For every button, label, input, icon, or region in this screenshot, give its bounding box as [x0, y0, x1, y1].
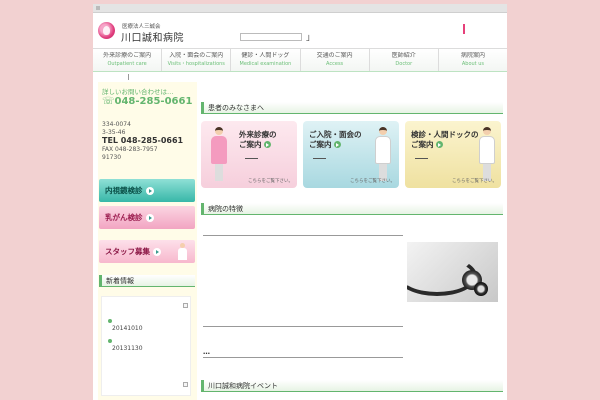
- nurse-illustration-icon: [209, 127, 229, 185]
- header-accent-mark: [463, 24, 465, 34]
- card-more-link[interactable]: こちらをご覧下さい。: [452, 178, 497, 184]
- page: 医療法人三誠会 川口誠和病院 」 外来診療のご案内 Outpatient care…: [93, 4, 507, 400]
- sidebar: 詳しいお問い合わせは… ☏048-285-0661 334-0074 3-35-…: [98, 82, 197, 400]
- arrow-right-icon: [145, 213, 154, 222]
- contact-lead: 詳しいお問い合わせは…: [102, 88, 174, 96]
- bullet-icon: [108, 339, 112, 343]
- nav-doctor[interactable]: 医師紹介 Doctor: [370, 49, 439, 71]
- contact-phone[interactable]: ☏048-285-0661: [102, 96, 192, 107]
- events-section-title: 川口誠和病院イベント: [201, 380, 503, 392]
- header-search-input[interactable]: [240, 33, 302, 41]
- nav-sublabel: Outpatient care: [107, 61, 147, 67]
- divider: [245, 158, 258, 159]
- endoscopy-banner[interactable]: 内視鏡検診: [99, 179, 195, 202]
- nav-sublabel: Medical examination: [239, 61, 292, 67]
- divider: [203, 326, 403, 327]
- staff-recruit-banner[interactable]: スタッフ募集: [99, 240, 195, 263]
- divider: [128, 74, 129, 80]
- features-ellipsis: …: [203, 348, 210, 356]
- nav-visits[interactable]: 入院・面会のご案内 Visits・hospitalizations: [162, 49, 232, 71]
- card-more-link[interactable]: こちらをご覧下さい。: [350, 178, 395, 184]
- scroll-down-button[interactable]: [183, 382, 188, 387]
- outpatient-guide-card[interactable]: 外来診療の ご案内 こちらをご覧下さい。: [201, 121, 297, 188]
- nav-sublabel: Access: [326, 61, 344, 67]
- address: 334-0074 3-35-46: [102, 121, 131, 137]
- news-date: 20131130: [112, 345, 143, 352]
- doctor-illustration-icon: [477, 127, 497, 185]
- arrow-right-icon: [145, 186, 154, 195]
- nurse-icon: [178, 243, 187, 260]
- header-bracket: 」: [306, 33, 316, 43]
- breast-cancer-banner[interactable]: 乳がん検診: [99, 206, 195, 229]
- news-list[interactable]: 20141010 20131130: [101, 296, 191, 396]
- features-section-title: 病院の特徴: [201, 203, 503, 215]
- doctor-illustration-icon: [373, 127, 393, 185]
- banner-label: 乳がん検診: [105, 213, 143, 222]
- small-square-icon: [96, 6, 100, 10]
- nav-outpatient[interactable]: 外来診療のご案内 Outpatient care: [93, 49, 163, 71]
- nav-sublabel: Doctor: [395, 61, 413, 67]
- patients-section-title: 患者のみなさまへ: [201, 102, 503, 114]
- hospital-logo-icon[interactable]: [98, 22, 115, 39]
- bullet-icon: [108, 319, 112, 323]
- checkup-guide-card[interactable]: 検診・人間ドックの ご案内 こちらをご覧下さい。: [405, 121, 501, 188]
- nav-label: 医師紹介: [391, 52, 416, 59]
- fax-code: 91730: [102, 154, 122, 161]
- arrow-right-icon: [333, 141, 341, 148]
- hospital-name[interactable]: 川口誠和病院: [121, 29, 184, 44]
- card-title: 検診・人間ドックの ご案内: [411, 130, 479, 149]
- scroll-up-button[interactable]: [183, 303, 188, 308]
- postal-code: 334-0074: [102, 121, 131, 128]
- global-nav: 外来診療のご案内 Outpatient care 入院・面会のご案内 Visits・…: [93, 48, 507, 72]
- banner-label: スタッフ募集: [105, 247, 150, 256]
- arrow-right-icon: [153, 247, 161, 256]
- nav-label: 入院・面会のご案内: [169, 52, 224, 59]
- arrow-right-icon: [263, 141, 271, 148]
- nav-medical-exam[interactable]: 健診・人間ドッグ Medical examination: [231, 49, 301, 71]
- nav-label: 健診・人間ドッグ: [241, 52, 290, 59]
- fax-number: FAX 048-283-7957: [102, 146, 158, 153]
- browser-top-strip: [93, 4, 507, 13]
- news-date: 20141010: [112, 325, 143, 332]
- nav-label: 病院案内: [460, 52, 485, 59]
- nav-label: 外来診療のご案内: [103, 52, 152, 59]
- divider: [203, 235, 403, 236]
- tel-number: TEL 048-285-0661: [102, 136, 184, 145]
- nav-spacer: [93, 73, 507, 80]
- nav-label: 交通のご案内: [316, 52, 353, 59]
- banner-label: 内視鏡検診: [105, 186, 143, 195]
- contact-phone-number: 048-285-0661: [114, 96, 193, 107]
- stethoscope-photo: [407, 242, 498, 302]
- arrow-right-icon: [435, 141, 443, 148]
- card-title: ご入院・面会の ご案内: [309, 130, 362, 149]
- nav-about[interactable]: 病院案内 About us: [439, 49, 507, 71]
- card-title: 外来診療の ご案内: [239, 130, 277, 149]
- divider: [203, 357, 403, 358]
- nav-access[interactable]: 交通のご案内 Access: [301, 49, 370, 71]
- divider: [415, 158, 428, 159]
- card-more-link[interactable]: こちらをご覧下さい。: [248, 178, 293, 184]
- nav-sublabel: Visits・hospitalizations: [167, 61, 225, 67]
- divider: [313, 158, 326, 159]
- news-header: 新着情報: [99, 275, 195, 287]
- site-header: 医療法人三誠会 川口誠和病院 」: [93, 14, 507, 48]
- nav-sublabel: About us: [461, 61, 485, 67]
- visits-guide-card[interactable]: ご入院・面会の ご案内 こちらをご覧下さい。: [303, 121, 399, 188]
